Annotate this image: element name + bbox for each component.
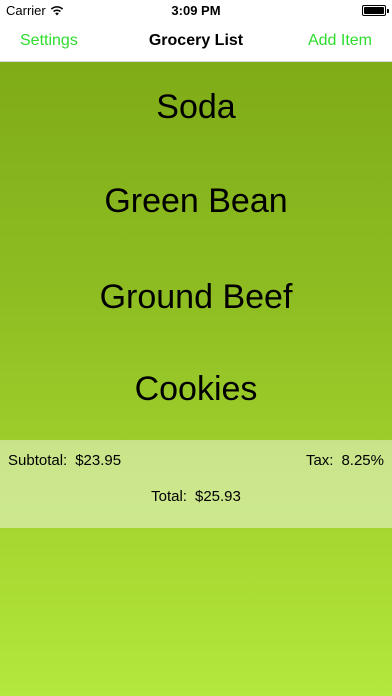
list-item-soda[interactable]: Soda — [0, 88, 392, 127]
battery-icon — [362, 5, 389, 16]
total-value: $25.93 — [194, 488, 241, 505]
add-item-button[interactable]: Add Item — [308, 32, 372, 50]
totals-panel: Subtotal: $23.95 Tax: 8.25% Total: $25.93 — [0, 440, 392, 528]
status-time: 3:09 PM — [171, 3, 221, 18]
list-item-green-bean[interactable]: Green Bean — [0, 182, 392, 221]
tax-label: Tax: — [305, 452, 334, 469]
status-right — [362, 5, 389, 16]
total: Total: $25.93 — [0, 488, 392, 505]
subtotal-value: $23.95 — [75, 452, 122, 469]
tax: Tax: 8.25% — [306, 452, 384, 469]
status-bar: Carrier 3:09 PM — [0, 0, 392, 22]
list-item-cookies[interactable]: Cookies — [0, 370, 392, 409]
total-label: Total: — [151, 488, 187, 505]
tax-value: 8.25% — [341, 452, 384, 469]
subtotal: Subtotal: $23.95 — [8, 452, 121, 469]
grocery-list: Soda Green Bean Ground Beef Cookies — [0, 62, 392, 696]
navigation-bar: Settings Grocery List Add Item — [0, 22, 392, 62]
list-item-ground-beef[interactable]: Ground Beef — [0, 278, 392, 317]
subtotal-label: Subtotal: — [8, 452, 68, 469]
